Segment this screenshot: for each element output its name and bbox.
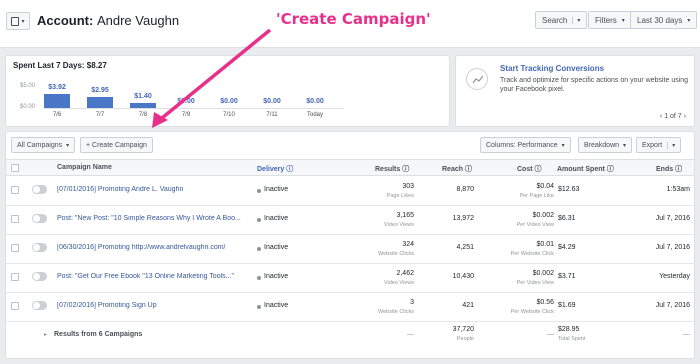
annotation-arrow (152, 28, 272, 128)
